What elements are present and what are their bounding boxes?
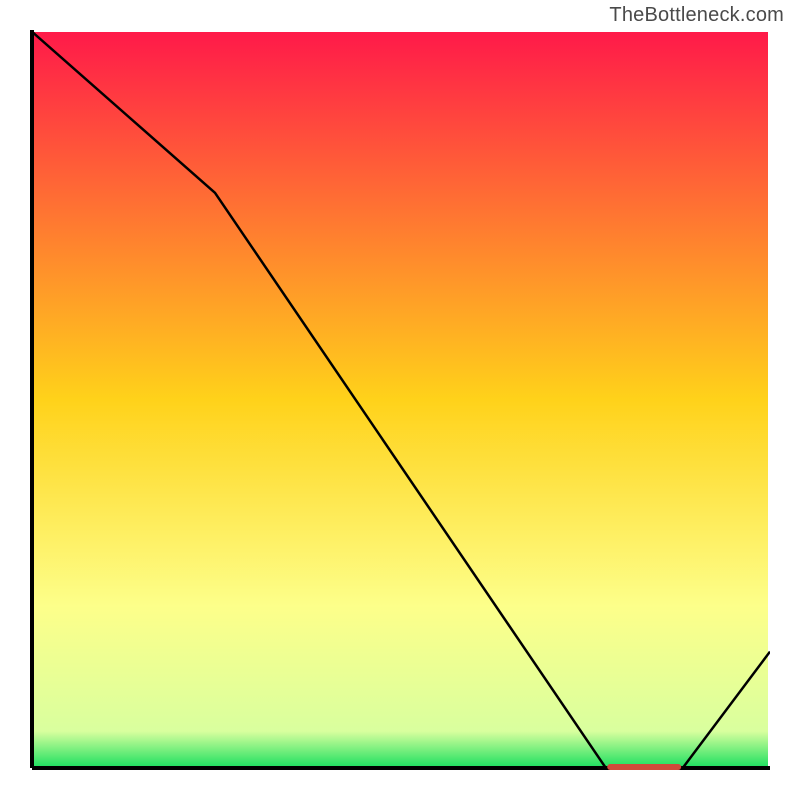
plot-background: [32, 32, 768, 768]
attribution-watermark: TheBottleneck.com: [609, 4, 784, 27]
bottleneck-chart: [30, 30, 770, 770]
optimum-marker: [607, 764, 681, 770]
